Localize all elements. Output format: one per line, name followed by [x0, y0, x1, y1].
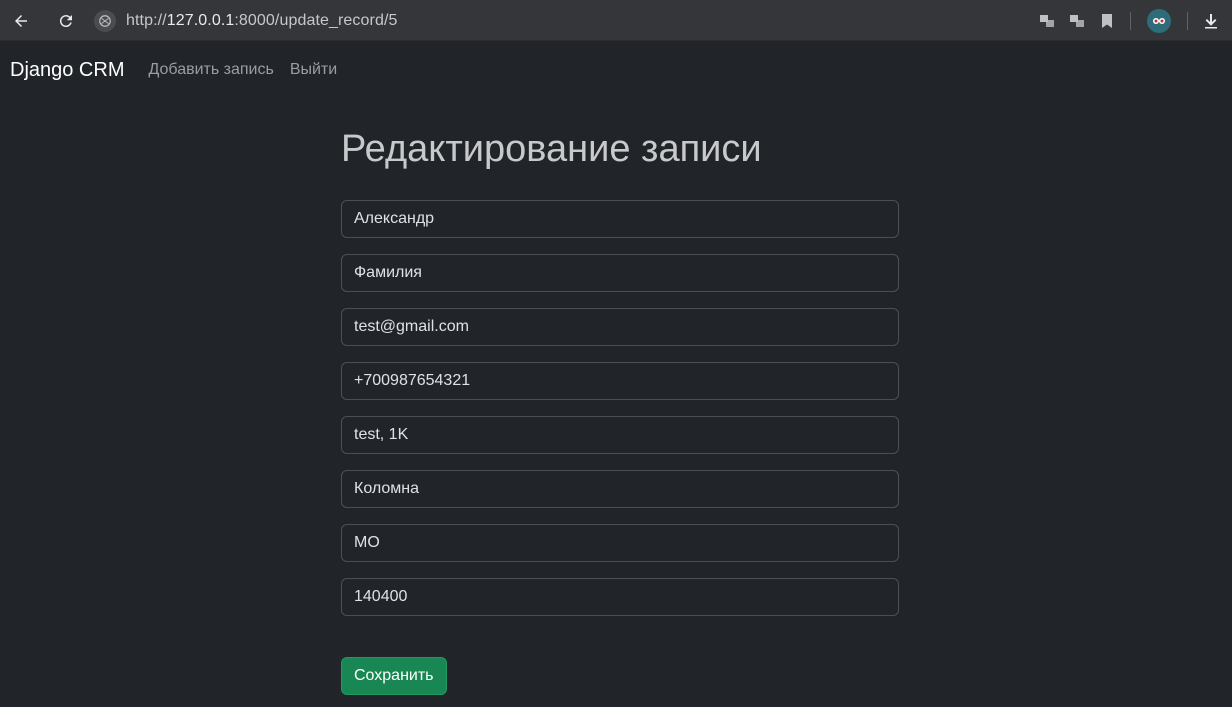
page-title: Редактирование записи — [341, 128, 762, 170]
translate-icon[interactable] — [1032, 6, 1062, 36]
address-field[interactable] — [341, 416, 899, 454]
email-field[interactable] — [341, 308, 899, 346]
back-arrow-icon[interactable] — [8, 8, 34, 34]
site-info-icon[interactable] — [94, 10, 116, 32]
bookmark-icon[interactable] — [1092, 6, 1122, 36]
extension-icon[interactable] — [1062, 6, 1092, 36]
app-navbar: Django CRM Добавить запись Выйти — [0, 41, 1232, 99]
phone-field[interactable] — [341, 362, 899, 400]
city-field[interactable] — [341, 470, 899, 508]
download-icon[interactable] — [1196, 6, 1226, 36]
save-button[interactable]: Сохранить — [341, 657, 447, 695]
reload-icon[interactable] — [53, 8, 79, 34]
profile-avatar-icon[interactable] — [1147, 8, 1171, 33]
nav-link-add-record[interactable]: Добавить запись — [148, 61, 273, 79]
browser-toolbar: http://127.0.0.1:8000/update_record/5 — [0, 0, 1232, 41]
toolbar-divider — [1187, 11, 1188, 30]
brand-link[interactable]: Django CRM — [10, 59, 124, 82]
zipcode-field[interactable] — [341, 578, 899, 616]
last-name-field[interactable] — [341, 254, 899, 292]
address-bar[interactable]: http://127.0.0.1:8000/update_record/5 — [90, 5, 1120, 37]
first-name-field[interactable] — [341, 200, 899, 238]
update-record-form: Редактирование записи Сохранить — [341, 126, 899, 695]
nav-link-logout[interactable]: Выйти — [290, 61, 337, 79]
state-field[interactable] — [341, 524, 899, 562]
toolbar-divider — [1130, 11, 1131, 30]
url-text: http://127.0.0.1:8000/update_record/5 — [126, 12, 398, 29]
